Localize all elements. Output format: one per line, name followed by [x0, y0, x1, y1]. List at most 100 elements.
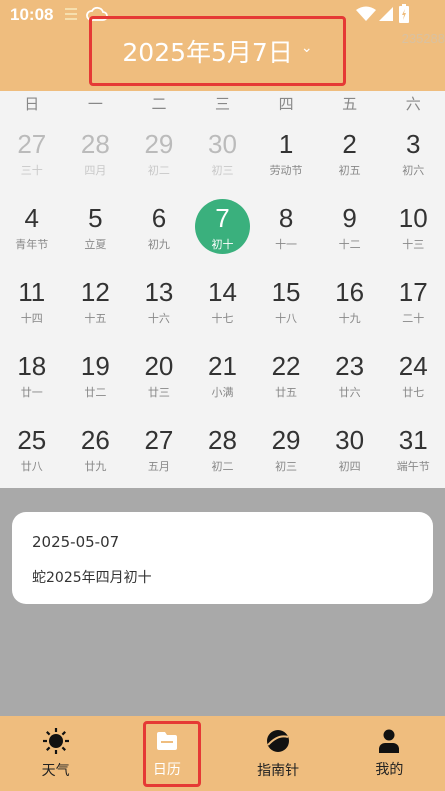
day-lunar-label: 十八: [275, 312, 298, 325]
day-cell[interactable]: 26 廿九: [64, 413, 128, 487]
day-cell[interactable]: 3 初六: [381, 117, 445, 191]
day-number: 29: [271, 425, 301, 455]
day-number: 12: [80, 277, 110, 307]
day-number: 31: [398, 425, 428, 455]
date-info-card: 2025-05-07 蛇2025年四月初十: [12, 512, 433, 604]
wifi-icon: [356, 6, 376, 21]
signal-icon: [379, 7, 393, 21]
day-number: 25: [17, 425, 47, 455]
day-lunar-label: 十一: [275, 238, 298, 251]
day-lunar-label: 初二: [211, 460, 234, 473]
weekday-label: 六: [405, 95, 421, 113]
planet-icon: [267, 729, 290, 752]
day-lunar-label: 廿二: [84, 386, 107, 399]
day-number: 30: [335, 425, 365, 455]
day-cell[interactable]: 2 初五: [318, 117, 382, 191]
day-cell[interactable]: 14 十七: [191, 265, 255, 339]
day-lunar-label: 初九: [147, 238, 170, 251]
day-cell[interactable]: 19 廿二: [64, 339, 128, 413]
day-cell[interactable]: 4 青年节: [0, 191, 64, 265]
day-number: 27: [17, 129, 47, 159]
day-grid: 27 三十 28 四月 29 初二 30 初三 1 劳动节 2 初五 3 初六 4 青年节 5 立夏 6 初九 7 初十 8…: [0, 117, 445, 487]
weekday-label: 四: [278, 95, 294, 113]
day-lunar-label: 立夏: [84, 238, 107, 251]
day-cell[interactable]: 16 十九: [318, 265, 382, 339]
day-number: 30: [208, 129, 237, 159]
day-lunar-label: 五月: [147, 460, 170, 473]
bottom-nav: 天气 日历 指南针 我的: [0, 716, 445, 791]
day-cell[interactable]: 10 十三: [381, 191, 445, 265]
day-cell[interactable]: 29 初二: [127, 117, 191, 191]
day-number: 15: [271, 277, 301, 307]
day-cell[interactable]: 1 劳动节: [254, 117, 318, 191]
weekday-label: 日: [24, 95, 40, 113]
chevron-down-icon: ⌄: [300, 40, 313, 56]
day-lunar-label: 廿九: [84, 460, 107, 473]
day-cell[interactable]: 23 廿六: [318, 339, 382, 413]
day-cell-selected[interactable]: 7 初十: [191, 191, 255, 265]
day-number: 26: [80, 425, 110, 455]
day-lunar-label: 廿八: [20, 460, 43, 473]
day-cell[interactable]: 24 廿七: [381, 339, 445, 413]
nav-calendar[interactable]: 日历: [111, 716, 222, 791]
day-cell[interactable]: 27 五月: [127, 413, 191, 487]
day-lunar-label: 初三: [211, 164, 234, 177]
date-picker-title[interactable]: 2025年5月7日 ⌄: [89, 16, 346, 86]
day-cell[interactable]: 15 十八: [254, 265, 318, 339]
day-lunar-label: 青年节: [15, 238, 49, 251]
day-cell[interactable]: 20 廿三: [127, 339, 191, 413]
nav-compass[interactable]: 指南针: [223, 716, 334, 791]
date-title-text: 2025年5月7日: [122, 38, 293, 67]
day-cell[interactable]: 25 廿八: [0, 413, 64, 487]
day-number: 7: [215, 203, 230, 233]
day-cell[interactable]: 28 初二: [191, 413, 255, 487]
day-cell[interactable]: 11 十四: [0, 265, 64, 339]
day-cell[interactable]: 29 初三: [254, 413, 318, 487]
weekday-label: 二: [151, 95, 167, 113]
day-number: 10: [398, 203, 428, 233]
nav-weather-label: 天气: [41, 762, 70, 779]
day-cell[interactable]: 30 初四: [318, 413, 382, 487]
day-cell[interactable]: 30 初三: [191, 117, 255, 191]
day-lunar-label: 劳动节: [269, 164, 303, 177]
day-number: 17: [398, 277, 428, 307]
day-cell[interactable]: 9 十二: [318, 191, 382, 265]
day-cell[interactable]: 31 端午节: [381, 413, 445, 487]
day-cell[interactable]: 18 廿一: [0, 339, 64, 413]
day-cell[interactable]: 21 小满: [191, 339, 255, 413]
day-number: 5: [88, 203, 103, 233]
day-number: 11: [18, 277, 46, 307]
day-lunar-label: 十三: [402, 238, 425, 251]
day-number: 9: [342, 203, 357, 233]
day-cell[interactable]: 28 四月: [64, 117, 128, 191]
day-lunar-label: 十四: [20, 312, 43, 325]
day-cell[interactable]: 17 二十: [381, 265, 445, 339]
nav-mine[interactable]: 我的: [334, 716, 445, 791]
nav-compass-label: 指南针: [257, 762, 300, 779]
day-lunar-label: 四月: [84, 164, 107, 177]
day-number: 3: [405, 129, 421, 159]
day-number: 21: [208, 351, 237, 381]
day-lunar-label: 廿七: [402, 386, 425, 399]
day-cell[interactable]: 8 十一: [254, 191, 318, 265]
nav-mine-label: 我的: [375, 761, 404, 778]
day-cell[interactable]: 12 十五: [64, 265, 128, 339]
day-cell[interactable]: 6 初九: [127, 191, 191, 265]
day-lunar-label: 廿三: [147, 386, 170, 399]
weekday-label: 五: [342, 95, 358, 113]
day-cell[interactable]: 22 廿五: [254, 339, 318, 413]
day-lunar-label: 初六: [402, 164, 425, 177]
day-number: 28: [208, 425, 237, 455]
nav-weather[interactable]: 天气: [0, 716, 111, 791]
weekday-label: 一: [87, 95, 103, 113]
day-lunar-label: 初十: [211, 238, 234, 251]
day-number: 24: [398, 351, 428, 381]
folder-icon: [156, 731, 177, 750]
day-cell[interactable]: 13 十六: [127, 265, 191, 339]
day-lunar-label: 十九: [338, 312, 361, 325]
weekday-header: 日 一 二 三 四 五 六: [0, 91, 445, 117]
day-cell[interactable]: 5 立夏: [64, 191, 128, 265]
day-cell[interactable]: 27 三十: [0, 117, 64, 191]
day-lunar-label: 初三: [275, 460, 298, 473]
day-number: 2: [342, 129, 357, 159]
